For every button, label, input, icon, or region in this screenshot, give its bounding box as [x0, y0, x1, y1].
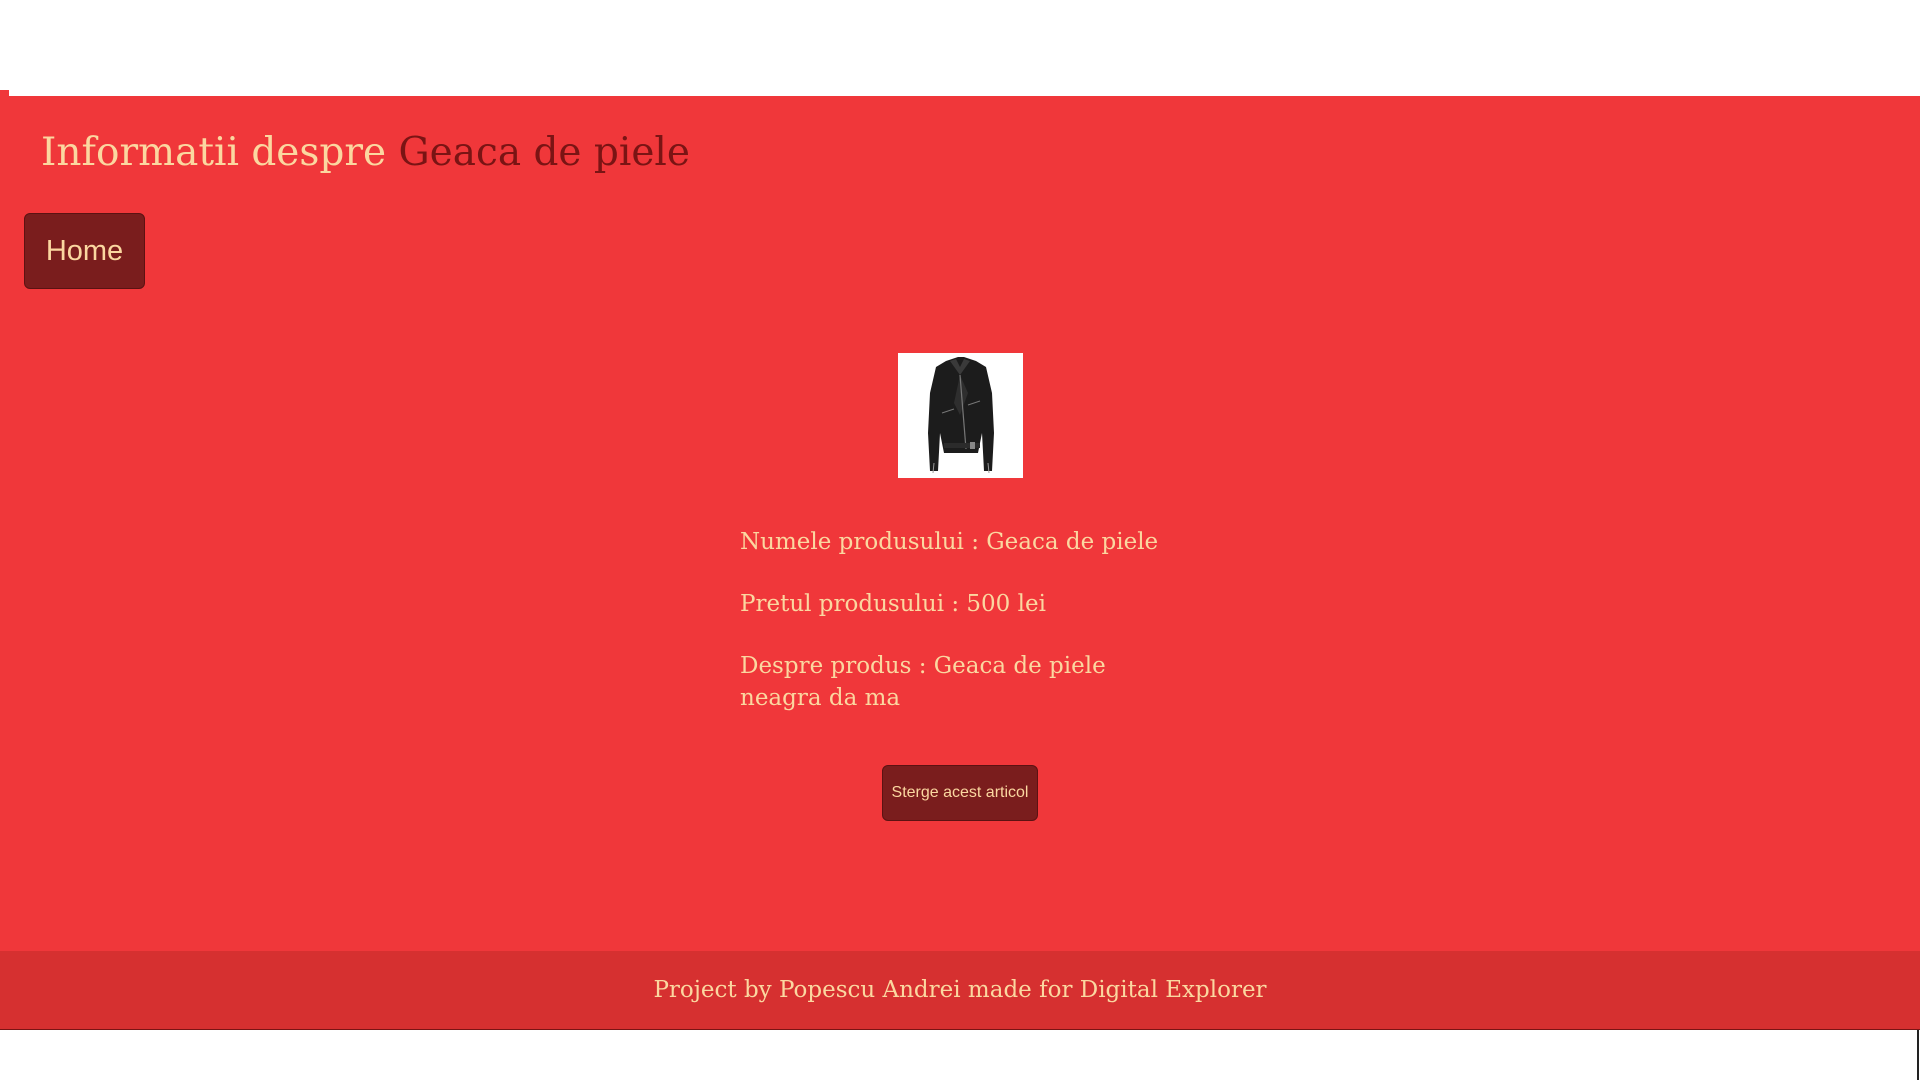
- page-title: Informatii despre Geaca de piele: [41, 130, 690, 175]
- leather-jacket-image: [898, 353, 1023, 478]
- bottom-blank-area: [0, 1030, 1920, 1080]
- page-title-prefix: Informatii despre: [41, 130, 387, 175]
- home-button[interactable]: Home: [24, 213, 145, 289]
- product-name-line: Numele produsului : Geaca de piele: [740, 529, 1159, 555]
- delete-item-button[interactable]: Sterge acest articol: [882, 765, 1038, 821]
- footer-credit-text: Project by Popescu Andrei made for Digit…: [653, 977, 1267, 1003]
- main-panel: [0, 96, 1920, 951]
- product-price-line: Pretul produsului : 500 lei: [740, 591, 1046, 617]
- delete-item-button-label: Sterge acest articol: [891, 784, 1029, 801]
- footer: Project by Popescu Andrei made for Digit…: [0, 951, 1920, 1030]
- right-edge-line: [1917, 1030, 1919, 1080]
- top-blank-area: [0, 0, 1920, 96]
- page-title-product-name: Geaca de piele: [398, 130, 690, 175]
- product-description-line: Despre produs : Geaca de piele neagra da…: [740, 653, 1106, 711]
- jacket-icon: [898, 353, 1023, 478]
- home-button-label: Home: [45, 234, 124, 267]
